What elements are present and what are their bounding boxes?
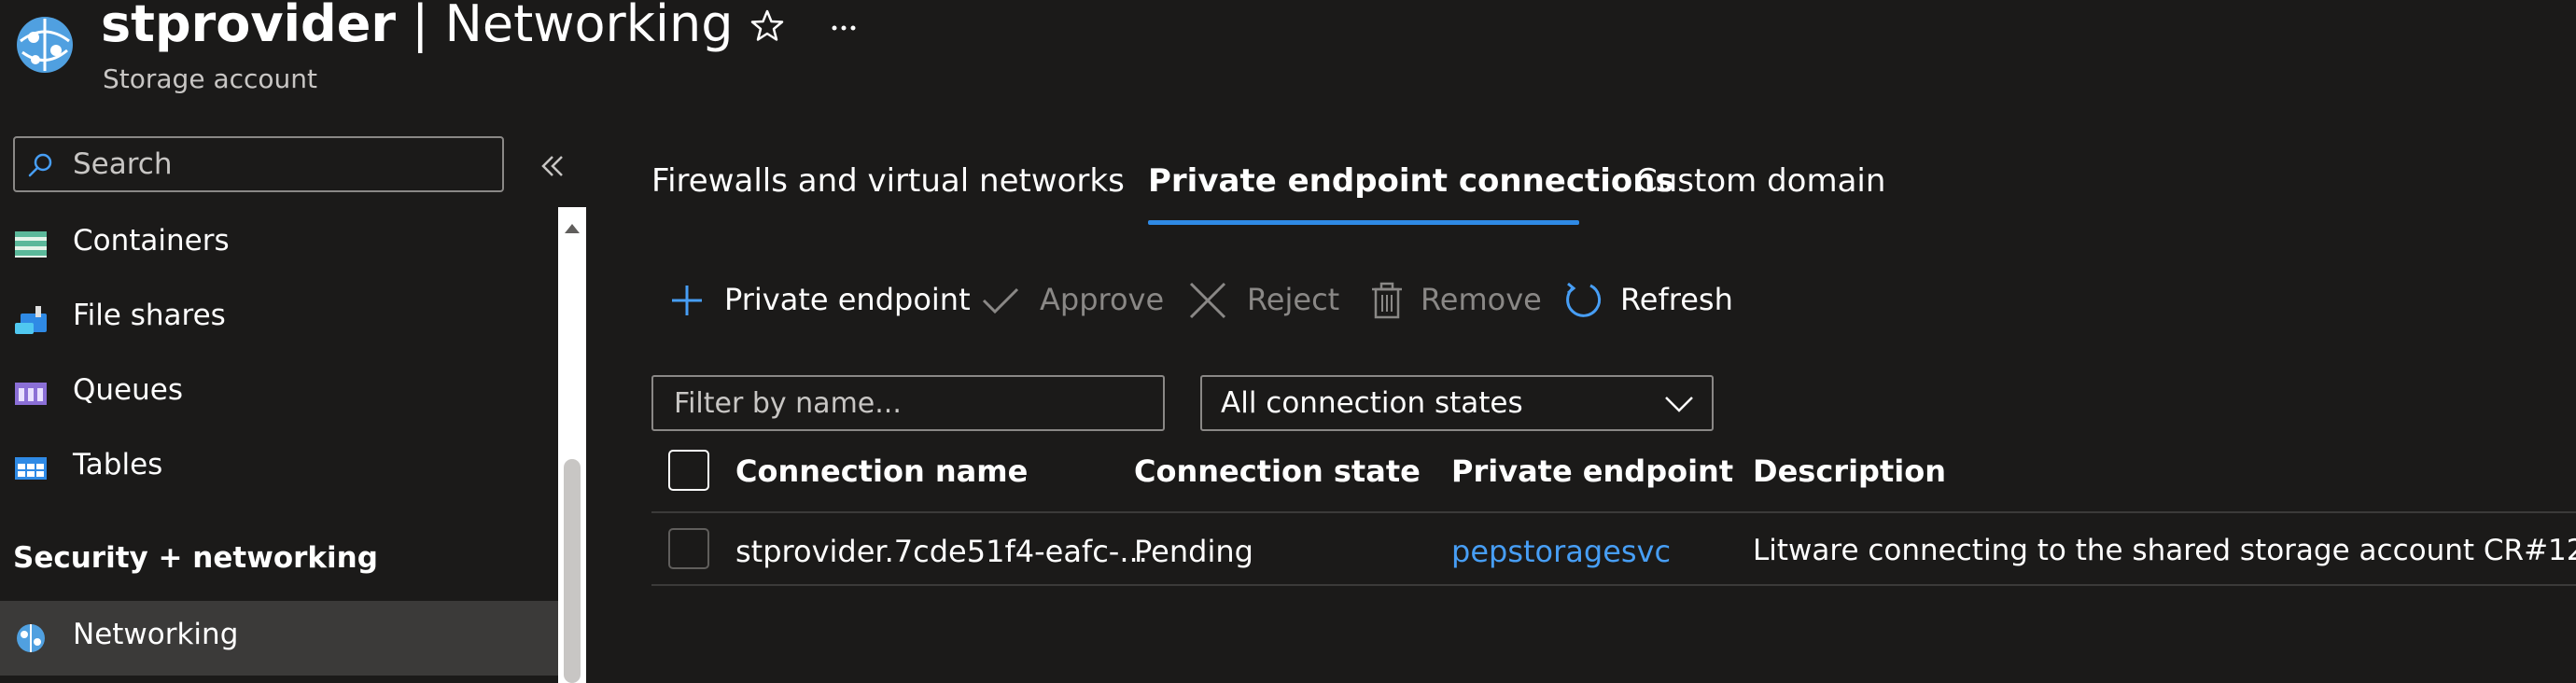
sidebar-item-networking[interactable]: Networking [0,601,558,676]
networking-icon [13,621,49,655]
column-header-connection-state[interactable]: Connection state [1134,453,1421,489]
sidebar-item-label: File shares [73,299,226,332]
filter-by-name-input[interactable] [672,383,1148,424]
scroll-up-arrow-icon[interactable] [561,220,583,237]
tab-private-endpoint-connections[interactable]: Private endpoint connections [1148,162,1674,200]
scrollbar-thumb[interactable] [564,459,581,683]
plus-icon [666,280,707,321]
file-shares-icon [13,302,49,336]
tab-firewalls[interactable]: Firewalls and virtual networks [651,162,1125,200]
tables-icon [13,452,49,485]
title-separator: | [395,0,445,53]
sidebar-item-label: Containers [73,224,230,258]
sidebar-item-label: Networking [73,618,239,651]
resource-name: stprovider [101,0,396,53]
resource-type-subtitle: Storage account [103,63,318,94]
chevron-down-icon [1663,392,1695,416]
cell-connection-state: Pending [1134,534,1253,569]
refresh-icon [1562,280,1603,321]
storage-account-icon [13,13,77,77]
search-icon [26,151,54,179]
cell-connection-name: stprovider.7cde51f4-eafc-... [735,534,1148,569]
collapse-sidebar-icon[interactable] [534,147,571,185]
reject-button[interactable]: Reject [1187,276,1339,325]
x-icon [1187,280,1228,321]
page-title: stprovider | Networking [101,0,733,54]
trash-icon [1366,280,1407,321]
containers-icon [13,228,49,261]
sidebar-item-file-shares[interactable]: File shares [0,282,558,356]
sidebar-item-queues[interactable]: Queues [0,356,558,431]
active-tab-indicator [1148,220,1579,225]
sidebar-item-tables[interactable]: Tables [0,431,558,506]
column-header-private-endpoint[interactable]: Private endpoint [1451,453,1733,489]
table-header-divider [651,511,2576,513]
private-endpoint-link[interactable]: pepstoragesvc [1451,534,1671,569]
page-name: Networking [444,0,734,53]
sidebar-search[interactable] [13,136,504,192]
row-checkbox[interactable] [668,528,709,569]
queues-icon [13,377,49,411]
sidebar-section-header: Security + networking [13,541,378,575]
column-header-connection-name[interactable]: Connection name [735,453,1028,489]
tab-custom-domain[interactable]: Custom domain [1635,162,1885,200]
connection-state-value: All connection states [1221,386,1523,420]
search-input[interactable] [71,144,491,185]
column-header-description[interactable]: Description [1753,453,1946,489]
refresh-button[interactable]: Refresh [1562,276,1733,325]
filter-by-name-field[interactable] [651,375,1165,431]
select-all-checkbox[interactable] [668,450,709,491]
connection-state-dropdown[interactable]: All connection states [1200,375,1714,431]
remove-button[interactable]: Remove [1366,276,1542,325]
sidebar-item-containers[interactable]: Containers [0,207,558,282]
sidebar-item-label: Tables [73,448,163,481]
table-row-divider [651,584,2576,586]
add-private-endpoint-button[interactable]: Private endpoint [666,276,971,325]
more-icon[interactable] [825,9,862,47]
sidebar-item-label: Queues [73,373,183,407]
checkmark-icon [980,280,1021,321]
star-icon[interactable] [747,6,788,47]
cell-description: Litware connecting to the shared storage… [1753,534,2576,567]
approve-button[interactable]: Approve [980,276,1164,325]
